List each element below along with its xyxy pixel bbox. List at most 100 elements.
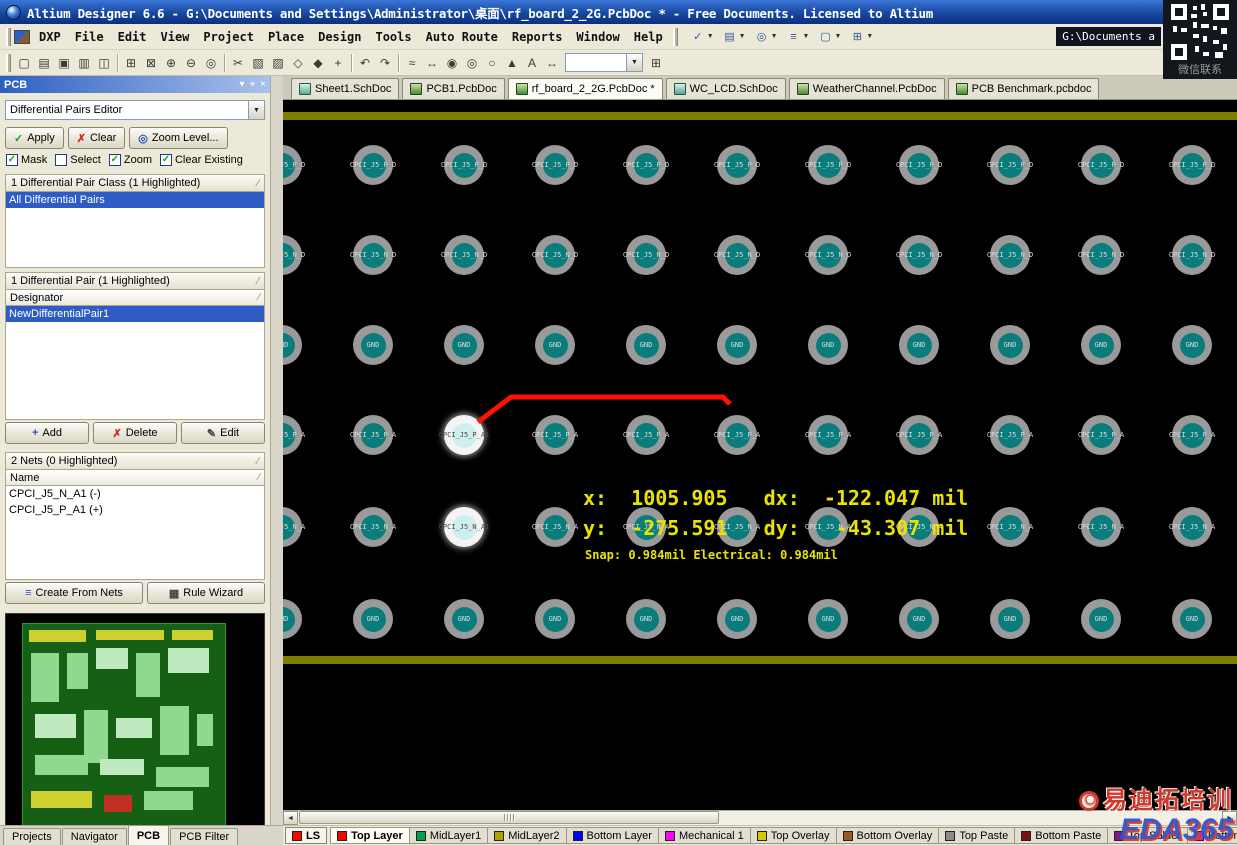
differential-pair-row[interactable]: NewDifferentialPair1 [6,306,264,322]
documents-group[interactable]: ▤▼ [719,27,749,47]
panel-close-icon[interactable]: × [260,79,266,90]
layer-tab-midlayer2[interactable]: MidLayer2 [488,827,566,844]
doc-tab-pcb1-pcbdoc[interactable]: PCB1.PcbDoc [402,78,504,99]
doc-tab-wc-lcd-schdoc[interactable]: WC_LCD.SchDoc [666,78,786,99]
chevron-down-icon[interactable]: ▼ [834,33,841,40]
netlist-group[interactable]: ≡▼ [783,27,813,47]
panel-pin-icon[interactable]: ⌖ [250,79,256,90]
zoom-level-button[interactable]: ◎Zoom Level... [129,127,227,149]
browse-web-icon[interactable]: ◎ [754,29,770,45]
place-via-icon[interactable]: ◎ [462,53,482,73]
new-document-icon[interactable]: ▢ [14,53,34,73]
menu-item-design[interactable]: Design [311,27,368,47]
menu-item-file[interactable]: File [68,27,111,47]
chevron-down-icon[interactable]: ▼ [866,33,873,40]
doc-tab-sheet1-schdoc[interactable]: Sheet1.SchDoc [291,78,399,99]
create-from-nets-button[interactable]: ≡Create From Nets [5,582,143,604]
select-area-icon[interactable]: ◇ [288,53,308,73]
add-button[interactable]: +Add [5,422,89,444]
copy-icon[interactable]: ▧ [248,53,268,73]
toolbar-combo[interactable]: ▼ [565,53,643,72]
toolbar-grip[interactable] [6,54,11,72]
nets-section-header[interactable]: 2 Nets (0 Highlighted) ∕ [5,452,265,470]
layer-tab-mechanical-1[interactable]: Mechanical 1 [659,827,751,844]
menu-item-dxp[interactable]: DXP [32,27,68,47]
checkbox-clear-existing[interactable]: ✓Clear Existing [160,154,243,166]
undo-icon[interactable]: ↶ [355,53,375,73]
layer-tab-bottom-overlay[interactable]: Bottom Overlay [837,827,940,844]
netlist-icon[interactable]: ≡ [786,29,802,45]
panel-menu-icon[interactable]: ▾ [239,79,244,90]
checkbox-zoom[interactable]: ✓Zoom [109,154,152,166]
grid-settings-group[interactable]: ⊞▼ [846,27,876,47]
menu-item-tools[interactable]: Tools [368,27,418,47]
chevron-down-icon[interactable]: ▼ [739,33,746,40]
redo-icon[interactable]: ↷ [375,53,395,73]
checkbox-select[interactable]: Select [55,154,101,166]
sheet-template-icon[interactable]: ▢ [817,29,833,45]
apply-button[interactable]: ✓Apply [5,127,64,149]
chevron-down-icon[interactable]: ▼ [248,101,264,119]
place-pad-icon[interactable]: ◉ [442,53,462,73]
menu-item-edit[interactable]: Edit [111,27,154,47]
chevron-down-icon[interactable]: ▼ [803,33,810,40]
menu-item-help[interactable]: Help [627,27,670,47]
toolbar-grip[interactable] [6,28,11,46]
save-document-icon[interactable]: ▣ [54,53,74,73]
zoom-in-icon[interactable]: ⊕ [161,53,181,73]
sheet-template-group[interactable]: ▢▼ [814,27,844,47]
deselect-icon[interactable]: ◆ [308,53,328,73]
place-string-icon[interactable]: A [522,53,542,73]
pcb-canvas[interactable]: CPCI_J5_P_DCPCI_J5_P_DCPCI_J5_P_DCPCI_J5… [283,100,1237,810]
checkbox-box[interactable]: ✓ [160,154,172,166]
delete-button[interactable]: ✗Delete [93,422,177,444]
zoom-out-icon[interactable]: ⊖ [181,53,201,73]
measure-distance-icon[interactable]: ↔ [422,53,442,73]
grid-settings-icon[interactable]: ⊞ [849,29,865,45]
interactive-routing-icon[interactable]: ≈ [402,53,422,73]
pair-section-header[interactable]: 1 Differential Pair (1 Highlighted) ∕ [5,272,265,290]
rule-wizard-button[interactable]: ▦Rule Wizard [147,582,265,604]
layer-tab-top-overlay[interactable]: Top Overlay [751,827,837,844]
menu-item-place[interactable]: Place [261,27,311,47]
place-arc-icon[interactable]: ○ [482,53,502,73]
layer-set-selector[interactable]: LS [285,827,327,844]
menu-item-project[interactable]: Project [196,27,261,47]
grid-settings-icon[interactable]: ⊞ [646,53,666,73]
chevron-down-icon[interactable]: ▼ [626,54,642,71]
print-preview-icon[interactable]: ◫ [94,53,114,73]
panel-tab-pcb[interactable]: PCB [128,825,169,845]
design-check-group[interactable]: ✓▼ [687,27,717,47]
panel-tab-projects[interactable]: Projects [3,828,61,845]
design-check-icon[interactable]: ✓ [690,29,706,45]
layer-tab-midlayer1[interactable]: MidLayer1 [410,827,488,844]
zoom-area-icon[interactable]: ◎ [201,53,221,73]
menu-item-reports[interactable]: Reports [505,27,570,47]
panel-tab-pcb-filter[interactable]: PCB Filter [170,828,238,845]
toolbar-grip[interactable] [673,28,678,46]
doc-tab-rf-board-2-2g-pcbdoc[interactable]: rf_board_2_2G.PcbDoc * [508,78,663,99]
layer-tab-bottom-layer[interactable]: Bottom Layer [567,827,659,844]
cut-icon[interactable]: ✂ [228,53,248,73]
paste-icon[interactable]: ▨ [268,53,288,73]
chevron-down-icon[interactable]: ▼ [771,33,778,40]
net-row[interactable]: CPCI_J5_N_A1 (-) [6,486,264,502]
zoom-window-icon[interactable]: ⊞ [121,53,141,73]
menu-item-window[interactable]: Window [569,27,626,47]
checkbox-box[interactable]: ✓ [109,154,121,166]
print-icon[interactable]: ▥ [74,53,94,73]
clear-button[interactable]: ✗Clear [68,127,126,149]
edit-button[interactable]: ✎Edit [181,422,265,444]
zoom-document-icon[interactable]: ⊠ [141,53,161,73]
menu-item-view[interactable]: View [154,27,197,47]
pair-column-header[interactable]: Designator ∕ [5,290,265,306]
documents-icon[interactable]: ▤ [722,29,738,45]
doc-tab-pcb-benchmark-pcbdoc[interactable]: PCB Benchmark.pcbdoc [948,78,1100,99]
checkbox-box[interactable]: ✓ [6,154,18,166]
scrollbar-thumb[interactable] [299,811,719,824]
board-preview-thumbnail[interactable] [5,613,265,842]
checkbox-box[interactable] [55,154,67,166]
scroll-left-icon[interactable]: ◄ [283,811,298,825]
move-object-icon[interactable]: + [328,53,348,73]
open-document-icon[interactable]: ▤ [34,53,54,73]
